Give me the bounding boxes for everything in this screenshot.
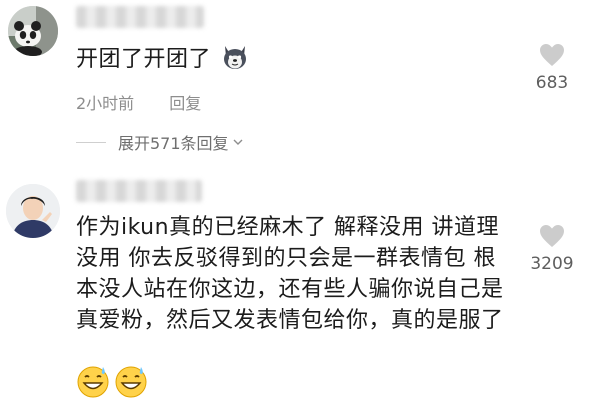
person-avatar-icon xyxy=(6,184,60,238)
comment-meta: 2小时前 回复 xyxy=(76,90,201,114)
username[interactable] xyxy=(76,180,202,202)
sweat-grin-emoji-icon xyxy=(77,366,109,398)
comment-text-line: 作为ikun真的已经麻木了 解释没用 讲道理 xyxy=(76,215,500,240)
sweat-grin-emoji-icon xyxy=(115,366,147,398)
expand-replies-button[interactable]: 展开571条回复 xyxy=(76,130,243,154)
like-button[interactable]: 683 xyxy=(522,43,582,93)
like-count: 3209 xyxy=(530,254,574,274)
comment-text: 作为ikun真的已经麻木了 解释没用 讲道理 没用 你去反驳得到的只会是一群表情… xyxy=(76,212,516,336)
comment-time: 2小时前 xyxy=(76,94,135,113)
comment-text: 开团了开团了 xyxy=(76,43,249,75)
comment-item: 作为ikun真的已经麻木了 解释没用 讲道理 没用 你去反驳得到的只会是一群表情… xyxy=(0,172,600,401)
reply-button[interactable]: 回复 xyxy=(169,94,201,113)
chevron-down-icon xyxy=(233,139,243,145)
avatar[interactable] xyxy=(6,184,60,238)
like-count: 683 xyxy=(535,73,569,93)
expand-replies-label: 展开571条回复 xyxy=(118,134,229,153)
dog-emoji-icon xyxy=(223,46,246,69)
username[interactable] xyxy=(76,6,204,28)
comment-text-line: 真爱粉，然后又发表情包给你，真的是服了 xyxy=(76,308,504,333)
heart-icon xyxy=(540,44,564,66)
heart-icon xyxy=(540,225,564,247)
like-button[interactable]: 3209 xyxy=(522,224,582,274)
comment-text-line: 开团了开团了 xyxy=(76,43,249,75)
emoji-row xyxy=(76,364,148,398)
comment-text-line: 本没人站在你这边，还有些人骗你说自己是 xyxy=(76,277,504,302)
avatar[interactable] xyxy=(8,6,58,56)
divider xyxy=(76,141,106,143)
comment-item: 开团了开团了 2小时前 回复 展开571条回复 683 xyxy=(0,0,600,170)
panda-avatar-icon xyxy=(8,6,58,56)
comment-text-content: 开团了开团了 xyxy=(76,47,212,72)
comment-text-line: 没用 你去反驳得到的只会是一群表情包 根 xyxy=(76,246,496,271)
